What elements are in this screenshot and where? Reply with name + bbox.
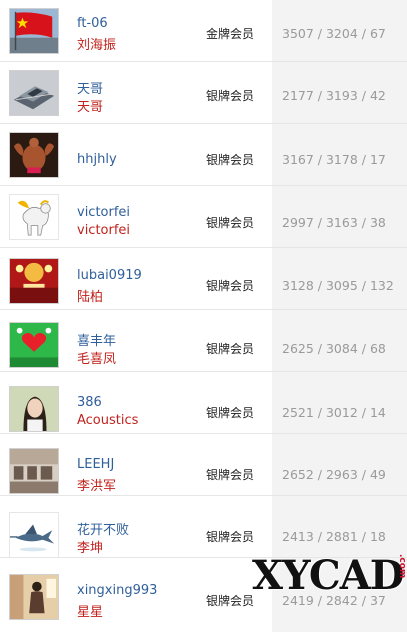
username-link[interactable]: ft-06 bbox=[77, 16, 108, 31]
username-link[interactable]: 喜丰年 bbox=[77, 330, 116, 349]
member-level: 银牌会员 bbox=[206, 216, 255, 230]
member-level: 银牌会员 bbox=[206, 342, 255, 356]
woman-portrait-avatar-icon[interactable] bbox=[9, 386, 59, 432]
nickname-link[interactable]: 星星 bbox=[77, 601, 103, 620]
username-link[interactable]: hhjhly bbox=[77, 152, 117, 167]
nickname-link[interactable]: 李坤 bbox=[77, 537, 103, 556]
member-level: 银牌会员 bbox=[206, 530, 255, 544]
bodybuilder-avatar-icon[interactable] bbox=[9, 132, 59, 178]
member-level: 银牌会员 bbox=[206, 594, 255, 608]
building-model-avatar-icon[interactable] bbox=[9, 70, 59, 116]
list-item: 喜丰年 毛喜凤 银牌会员 2625 / 3084 / 68 bbox=[0, 310, 407, 372]
member-stats: 2521 / 3012 / 14 bbox=[282, 405, 386, 420]
stage-lights-avatar-icon[interactable] bbox=[9, 258, 59, 304]
username-link[interactable]: 花开不败 bbox=[77, 519, 129, 538]
woman-standing-avatar-icon[interactable] bbox=[9, 574, 59, 620]
username-link[interactable]: victorfei bbox=[77, 205, 130, 220]
member-stats: 2413 / 2881 / 18 bbox=[282, 529, 386, 544]
pegasus-avatar-icon[interactable] bbox=[9, 194, 59, 240]
china-flag-avatar-icon[interactable] bbox=[9, 8, 59, 54]
nickname-link[interactable]: Acoustics bbox=[77, 413, 138, 428]
watermark-text: XYCAD bbox=[252, 552, 404, 599]
office-room-avatar-icon[interactable] bbox=[9, 448, 59, 494]
list-item: ft-06 刘海振 金牌会员 3507 / 3204 / 67 bbox=[0, 0, 407, 62]
member-stats: 2625 / 3084 / 68 bbox=[282, 341, 386, 356]
member-stats: 3507 / 3204 / 67 bbox=[282, 26, 386, 41]
member-level: 银牌会员 bbox=[206, 406, 255, 420]
list-item: 天哥 天哥 银牌会员 2177 / 3193 / 42 bbox=[0, 62, 407, 124]
list-item: 386 Acoustics 银牌会员 2521 / 3012 / 14 bbox=[0, 372, 407, 434]
member-level: 金牌会员 bbox=[206, 27, 255, 41]
list-item: LEEHJ 李洪军 银牌会员 2652 / 2963 / 49 bbox=[0, 434, 407, 496]
member-level: 银牌会员 bbox=[206, 279, 255, 293]
member-stats: 3128 / 3095 / 132 bbox=[282, 278, 394, 293]
username-link[interactable]: xingxing993 bbox=[77, 583, 157, 598]
nickname-link[interactable]: victorfei bbox=[77, 223, 130, 238]
green-heart-avatar-icon[interactable] bbox=[9, 322, 59, 368]
username-link[interactable]: 386 bbox=[77, 395, 102, 410]
list-item: victorfei victorfei 银牌会员 2997 / 3163 / 3… bbox=[0, 186, 407, 248]
member-stats: 2652 / 2963 / 49 bbox=[282, 467, 386, 482]
list-item: hhjhly 银牌会员 3167 / 3178 / 17 bbox=[0, 124, 407, 186]
nickname-link[interactable]: 李洪军 bbox=[77, 475, 116, 494]
nickname-link[interactable]: 天哥 bbox=[77, 96, 103, 115]
watermark-logo: XYCAD .com bbox=[252, 548, 407, 608]
member-level: 银牌会员 bbox=[206, 89, 255, 103]
nickname-link[interactable]: 毛喜凤 bbox=[77, 348, 116, 367]
watermark-suffix: .com bbox=[397, 554, 407, 579]
list-item: lubai0919 陆柏 银牌会员 3128 / 3095 / 132 bbox=[0, 248, 407, 310]
nickname-link[interactable]: 陆柏 bbox=[77, 286, 103, 305]
username-link[interactable]: LEEHJ bbox=[77, 457, 114, 472]
member-stats: 3167 / 3178 / 17 bbox=[282, 152, 386, 167]
username-link[interactable]: 天哥 bbox=[77, 78, 103, 97]
member-stats: 2177 / 3193 / 42 bbox=[282, 88, 386, 103]
nickname-link[interactable]: 刘海振 bbox=[77, 34, 116, 53]
member-level: 银牌会员 bbox=[206, 468, 255, 482]
member-stats: 2997 / 3163 / 38 bbox=[282, 215, 386, 230]
member-level: 银牌会员 bbox=[206, 153, 255, 167]
username-link[interactable]: lubai0919 bbox=[77, 268, 142, 283]
swordfish-avatar-icon[interactable] bbox=[9, 512, 59, 558]
